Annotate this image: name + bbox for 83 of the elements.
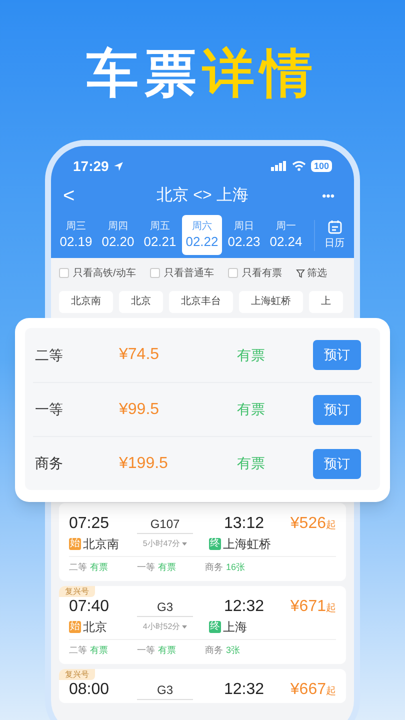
filter-label: 只看有票: [242, 266, 282, 280]
availability: 有票: [237, 346, 266, 364]
station-chip[interactable]: 北京南: [59, 291, 113, 313]
start-station-mark: 始: [69, 621, 81, 633]
seat-class: 商务: [34, 454, 64, 473]
seat-class-label: 商务: [205, 560, 223, 574]
filter-label: 只看高铁/动车: [73, 266, 136, 280]
train-price: ¥526起: [290, 514, 336, 534]
train-card[interactable]: 07:25 G107 13:12 ¥526起 始 北京南 5小时47分 终 上海虹桥 二等 有票 一等 有票 商务 16张: [59, 503, 346, 581]
calendar-icon: [328, 220, 342, 234]
date-tab[interactable]: 周日 02.23: [224, 215, 264, 255]
depart-time: 07:40: [69, 597, 110, 617]
battery-icon: 100: [310, 160, 332, 172]
seat-status: 16张: [226, 560, 246, 574]
availability: 有票: [237, 454, 266, 473]
seat-class-label: 二等: [69, 560, 87, 574]
filter-label: 只看普通车: [164, 266, 214, 280]
train-price: ¥671起: [290, 597, 336, 617]
seat-class-label: 一等: [137, 644, 155, 657]
train-number: G107: [150, 516, 180, 532]
train-price: ¥667起: [290, 680, 336, 700]
train-tag: 复兴号: [59, 586, 95, 597]
station-chip[interactable]: 上海虹桥: [239, 291, 303, 313]
back-button[interactable]: <: [63, 181, 83, 211]
checkbox[interactable]: [59, 268, 69, 278]
duration: 5小时47分: [142, 538, 180, 550]
date-tab[interactable]: 周五 02.21: [140, 215, 180, 255]
seat-class: 一等: [34, 400, 64, 419]
duration: 4小时52分: [142, 621, 180, 633]
book-button[interactable]: 预订: [313, 448, 361, 478]
seat-class-label: 一等: [137, 560, 155, 574]
train-tag: 复兴号: [59, 669, 95, 680]
wifi-icon: [292, 161, 306, 171]
book-button[interactable]: 预订: [313, 394, 361, 424]
arrive-station: 上海虹桥: [223, 536, 271, 553]
calendar-button[interactable]: 日历: [314, 220, 354, 250]
date-tab[interactable]: 周六 02.22: [182, 215, 222, 255]
station-chip[interactable]: 上: [309, 291, 343, 313]
date-tab[interactable]: 周三 02.19: [56, 215, 96, 255]
train-card[interactable]: 复兴号 07:40 G3 12:32 ¥671起 始 北京 4小时52分 终 上海 二等 有票 一等 有票 商务 3张: [59, 586, 346, 664]
availability: 有票: [237, 400, 266, 419]
seat-price: ¥99.5: [119, 400, 160, 420]
depart-station: 北京: [83, 619, 107, 636]
arrive-time: 13:12: [222, 514, 266, 534]
checkbox[interactable]: [228, 268, 238, 278]
end-station-mark: 终: [209, 621, 221, 633]
dropdown-caret-icon[interactable]: [182, 542, 188, 546]
location-arrow-icon: [112, 160, 124, 172]
seat-status: 有票: [158, 644, 176, 657]
seat-status: 有票: [90, 560, 108, 574]
headline: 车票详情: [86, 42, 318, 106]
seat-status: 3张: [226, 644, 240, 657]
dropdown-caret-icon[interactable]: [182, 625, 188, 629]
seat-class: 二等: [34, 346, 64, 364]
date-tab[interactable]: 周四 02.20: [98, 215, 138, 255]
train-card[interactable]: 复兴号 08:00 G3 12:32 ¥667起: [59, 669, 346, 703]
seat-status: 有票: [90, 644, 108, 657]
filter-icon: [296, 268, 305, 278]
date-tab[interactable]: 周一 02.24: [266, 215, 306, 255]
depart-time: 07:25: [69, 514, 110, 534]
end-station-mark: 终: [209, 538, 221, 550]
start-station-mark: 始: [69, 538, 81, 550]
arrive-time: 12:32: [222, 680, 266, 700]
seat-class-label: 二等: [69, 644, 87, 657]
seat-class-label: 商务: [205, 644, 223, 657]
station-chip[interactable]: 北京丰台: [169, 291, 233, 313]
seat-price: ¥199.5: [119, 454, 169, 474]
depart-station: 北京南: [83, 536, 119, 553]
seat-price: ¥74.5: [119, 345, 160, 365]
arrive-time: 12:32: [222, 597, 266, 617]
train-number: G3: [156, 598, 173, 616]
signal-icon: [270, 161, 287, 171]
status-time: 17:29: [73, 156, 109, 176]
filter-button[interactable]: 筛选: [296, 266, 327, 280]
arrive-station: 上海: [223, 619, 247, 636]
depart-time: 08:00: [69, 680, 110, 700]
checkbox[interactable]: [150, 268, 160, 278]
train-number: G3: [156, 682, 173, 698]
route-title: 北京 <> 上海: [156, 186, 248, 206]
more-button[interactable]: •••: [322, 187, 342, 205]
seat-status: 有票: [158, 560, 176, 574]
book-button[interactable]: 预订: [313, 340, 361, 370]
station-chip[interactable]: 北京: [119, 291, 163, 313]
